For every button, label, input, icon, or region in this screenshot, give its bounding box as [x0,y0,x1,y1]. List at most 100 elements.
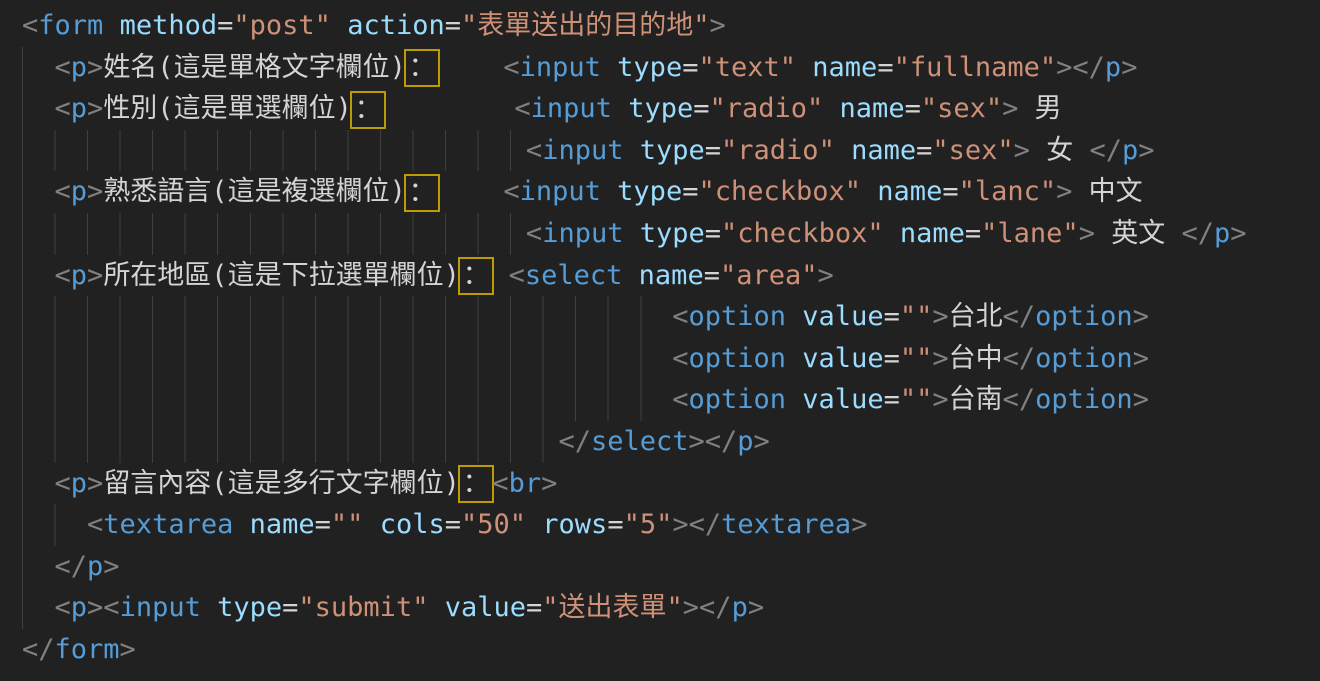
code-token-p: </ [1181,218,1214,249]
code-line[interactable]: <p>姓名(這是單格文字欄位)： <input type="text" name… [22,47,1320,89]
unicode-highlight-char: ： [352,93,385,127]
code-token-t: p [87,551,103,582]
code-token-p: > [1133,301,1149,332]
code-token-eq: = [445,509,461,540]
code-token-eq: = [682,176,698,207]
code-token-p: > [818,260,834,291]
code-token-t: p [732,592,748,623]
code-token-a: type [217,592,282,623]
code-line[interactable]: <p>熟悉語言(這是複選欄位)： <input type="checkbox" … [22,171,1320,213]
code-line[interactable]: <textarea name="" cols="50" rows="5"></t… [22,504,1320,546]
code-token-p: < [492,468,508,499]
code-token-x: 男 [1018,93,1061,124]
code-token-eq: = [884,343,900,374]
code-token-t: p [71,260,87,291]
unicode-highlight-char: ： [460,259,493,293]
code-editor[interactable]: <form method="post" action="表單送出的目的地"> <… [0,0,1320,681]
code-token-t: option [1035,384,1133,415]
code-token-s: "radio" [709,93,823,124]
code-token-a: cols [380,509,445,540]
code-token-x: 所在地區(這是下拉選單欄位) [103,260,460,291]
code-token-a: value [802,384,883,415]
code-token-x: 台北 [949,301,1003,332]
code-token-t: option [1035,343,1133,374]
code-line[interactable]: <option value="">台中</option> [22,338,1320,380]
code-line[interactable]: <p>所在地區(這是下拉選單欄位)： <select name="area"> [22,255,1320,297]
code-token-a: name [851,135,916,166]
code-token-eq: = [942,176,958,207]
code-token-p: < [503,176,519,207]
code-token-s: "submit" [298,592,428,623]
leading-whitespace [22,135,526,166]
code-token-p: > [932,301,948,332]
code-line[interactable]: </select></p> [22,421,1320,463]
code-token-p: < [509,260,525,291]
code-token-x [201,592,217,623]
unicode-highlight-char: ： [460,467,493,501]
code-token-p: < [87,509,103,540]
code-line[interactable]: <form method="post" action="表單送出的目的地"> [22,5,1320,47]
code-line[interactable]: <p>性別(這是單選欄位)： <input type="radio" name=… [22,88,1320,130]
code-token-p: > [1133,343,1149,374]
code-token-p: < [55,468,71,499]
code-token-t: p [71,93,87,124]
code-line[interactable]: </p> [22,546,1320,588]
code-token-p: < [514,93,530,124]
code-line[interactable]: <option value="">台北</option> [22,296,1320,338]
code-token-t: p [71,468,87,499]
code-token-x [526,509,542,540]
code-token-eq: = [877,52,893,83]
code-token-p: > [87,93,103,124]
code-token-t: form [55,634,120,665]
code-line[interactable]: </form> [22,629,1320,671]
code-token-t: option [1035,301,1133,332]
code-token-p: ></ [689,426,738,457]
code-token-eq: = [217,10,233,41]
code-token-x [428,592,444,623]
code-token-p: < [672,343,688,374]
code-token-x [384,93,514,124]
code-token-x: 台中 [949,343,1003,374]
code-token-s: "" [900,343,933,374]
code-token-s: "" [331,509,364,540]
code-token-t: p [1105,52,1121,83]
code-line[interactable]: <p><input type="submit" value="送出表單"></p… [22,587,1320,629]
code-token-x [103,10,119,41]
code-token-t: select [525,260,623,291]
code-area[interactable]: <form method="post" action="表單送出的目的地"> <… [22,5,1320,671]
leading-whitespace [22,384,672,415]
code-token-x [438,52,503,83]
code-token-eq: = [607,509,623,540]
code-token-x: 英文 [1095,218,1182,249]
code-token-t: input [520,176,601,207]
code-token-x [363,509,379,540]
code-token-p: < [55,592,71,623]
code-token-t: p [71,52,87,83]
code-line[interactable]: <input type="checkbox" name="lane"> 英文 <… [22,213,1320,255]
unicode-highlight-char: ： [406,51,439,85]
code-token-p: ></ [683,592,732,623]
code-token-p: </ [55,551,88,582]
leading-whitespace [22,260,55,291]
unicode-highlight-char: ： [406,176,439,210]
code-token-eq: = [682,52,698,83]
code-line[interactable]: <p>留言內容(這是多行文字欄位)：<br> [22,463,1320,505]
code-token-x [786,343,802,374]
code-token-x [492,260,508,291]
code-token-t: p [1122,135,1138,166]
code-token-x: 台南 [949,384,1003,415]
code-token-p: < [22,10,38,41]
code-line[interactable]: <option value="">台南</option> [22,379,1320,421]
code-token-p: < [672,384,688,415]
code-token-p: > [1133,384,1149,415]
code-token-x [601,52,617,83]
leading-whitespace [22,343,672,374]
code-token-p: > [541,468,557,499]
code-token-p: >< [87,592,120,623]
code-token-eq: = [884,384,900,415]
code-token-p: > [1230,218,1246,249]
code-token-p: < [55,93,71,124]
code-line[interactable]: <input type="radio" name="sex"> 女 </p> [22,130,1320,172]
code-token-t: input [531,93,612,124]
code-token-s: "lanc" [959,176,1057,207]
